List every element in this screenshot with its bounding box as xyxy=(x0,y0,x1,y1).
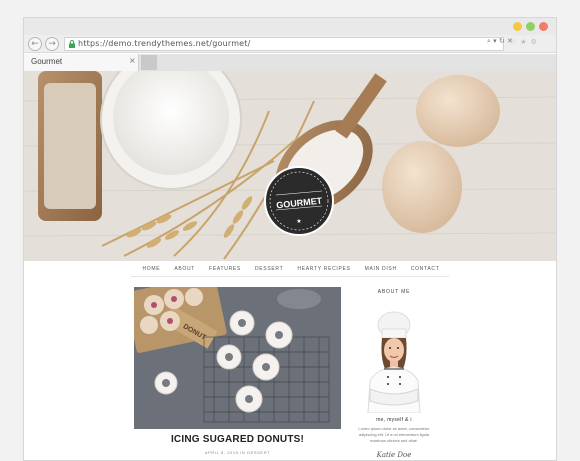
tab-gourmet[interactable]: Gourmet × xyxy=(24,54,139,71)
nav-hearty-recipes[interactable]: HEARTY RECIPES xyxy=(297,266,350,272)
new-tab-button[interactable] xyxy=(141,55,157,70)
forward-button[interactable]: → xyxy=(45,37,59,51)
back-icon: ← xyxy=(31,39,39,49)
tab-bar: Gourmet × xyxy=(24,54,556,71)
nav-dessert[interactable]: DESSERT xyxy=(255,266,283,272)
about-text: Lorem ipsum dolor sit amet, consectetur … xyxy=(358,426,430,443)
url-field[interactable]: https://demo.trendythemes.net/gourmet/ xyxy=(64,37,504,51)
tab-close-icon[interactable]: × xyxy=(129,56,136,65)
nav-about[interactable]: ABOUT xyxy=(174,266,195,272)
hero-banner: GOURMET ★ xyxy=(24,71,556,261)
about-widget-title: ABOUT ME xyxy=(377,289,411,295)
address-bar: ← → https://demo.trendythemes.net/gourme… xyxy=(24,35,556,53)
nav-home[interactable]: HOME xyxy=(143,266,161,272)
signature: Katie Doe xyxy=(376,451,412,459)
forward-icon: → xyxy=(48,39,56,49)
title-bar xyxy=(24,18,556,35)
tab-title: Gourmet xyxy=(31,57,63,66)
favorites-icon[interactable]: ★ xyxy=(520,38,526,46)
settings-icon[interactable]: ⚙ xyxy=(531,38,537,46)
hero-image: GOURMET ★ xyxy=(24,71,556,261)
about-photo xyxy=(354,305,434,413)
nav-contact[interactable]: CONTACT xyxy=(411,266,440,272)
nav-main-dish[interactable]: MAIN DISH xyxy=(365,266,397,272)
post-meta: APRIL 8, 2015 IN DESSERT xyxy=(204,450,271,455)
about-name: me, myself & i xyxy=(376,417,412,423)
maximize-button[interactable] xyxy=(526,22,535,31)
back-button[interactable]: ← xyxy=(28,37,42,51)
url-text: https://demo.trendythemes.net/gourmet/ xyxy=(78,39,251,48)
close-button[interactable] xyxy=(539,22,548,31)
window-controls xyxy=(513,22,548,31)
donuts-image: DONUT xyxy=(134,287,341,429)
browser-toolbar: ☆ ★ ⚙ xyxy=(510,38,537,46)
bookmark-icon[interactable]: ☆ xyxy=(510,38,516,46)
nav-divider xyxy=(131,276,449,277)
chef-portrait xyxy=(354,305,434,413)
post-featured-image[interactable]: DONUT xyxy=(134,287,341,429)
browser-window: ← → https://demo.trendythemes.net/gourme… xyxy=(23,17,557,461)
minimize-button[interactable] xyxy=(513,22,522,31)
post-title[interactable]: ICING SUGARED DONUTS! xyxy=(134,434,341,445)
nav-features[interactable]: FEATURES xyxy=(209,266,241,272)
star-icon: ★ xyxy=(296,218,301,225)
site-navigation: HOME ABOUT FEATURES DESSERT HEARTY RECIP… xyxy=(24,261,556,277)
lock-icon xyxy=(69,40,75,48)
url-toolbar-icons[interactable]: ⌕ ▾ ↻ ✕ xyxy=(487,37,513,46)
